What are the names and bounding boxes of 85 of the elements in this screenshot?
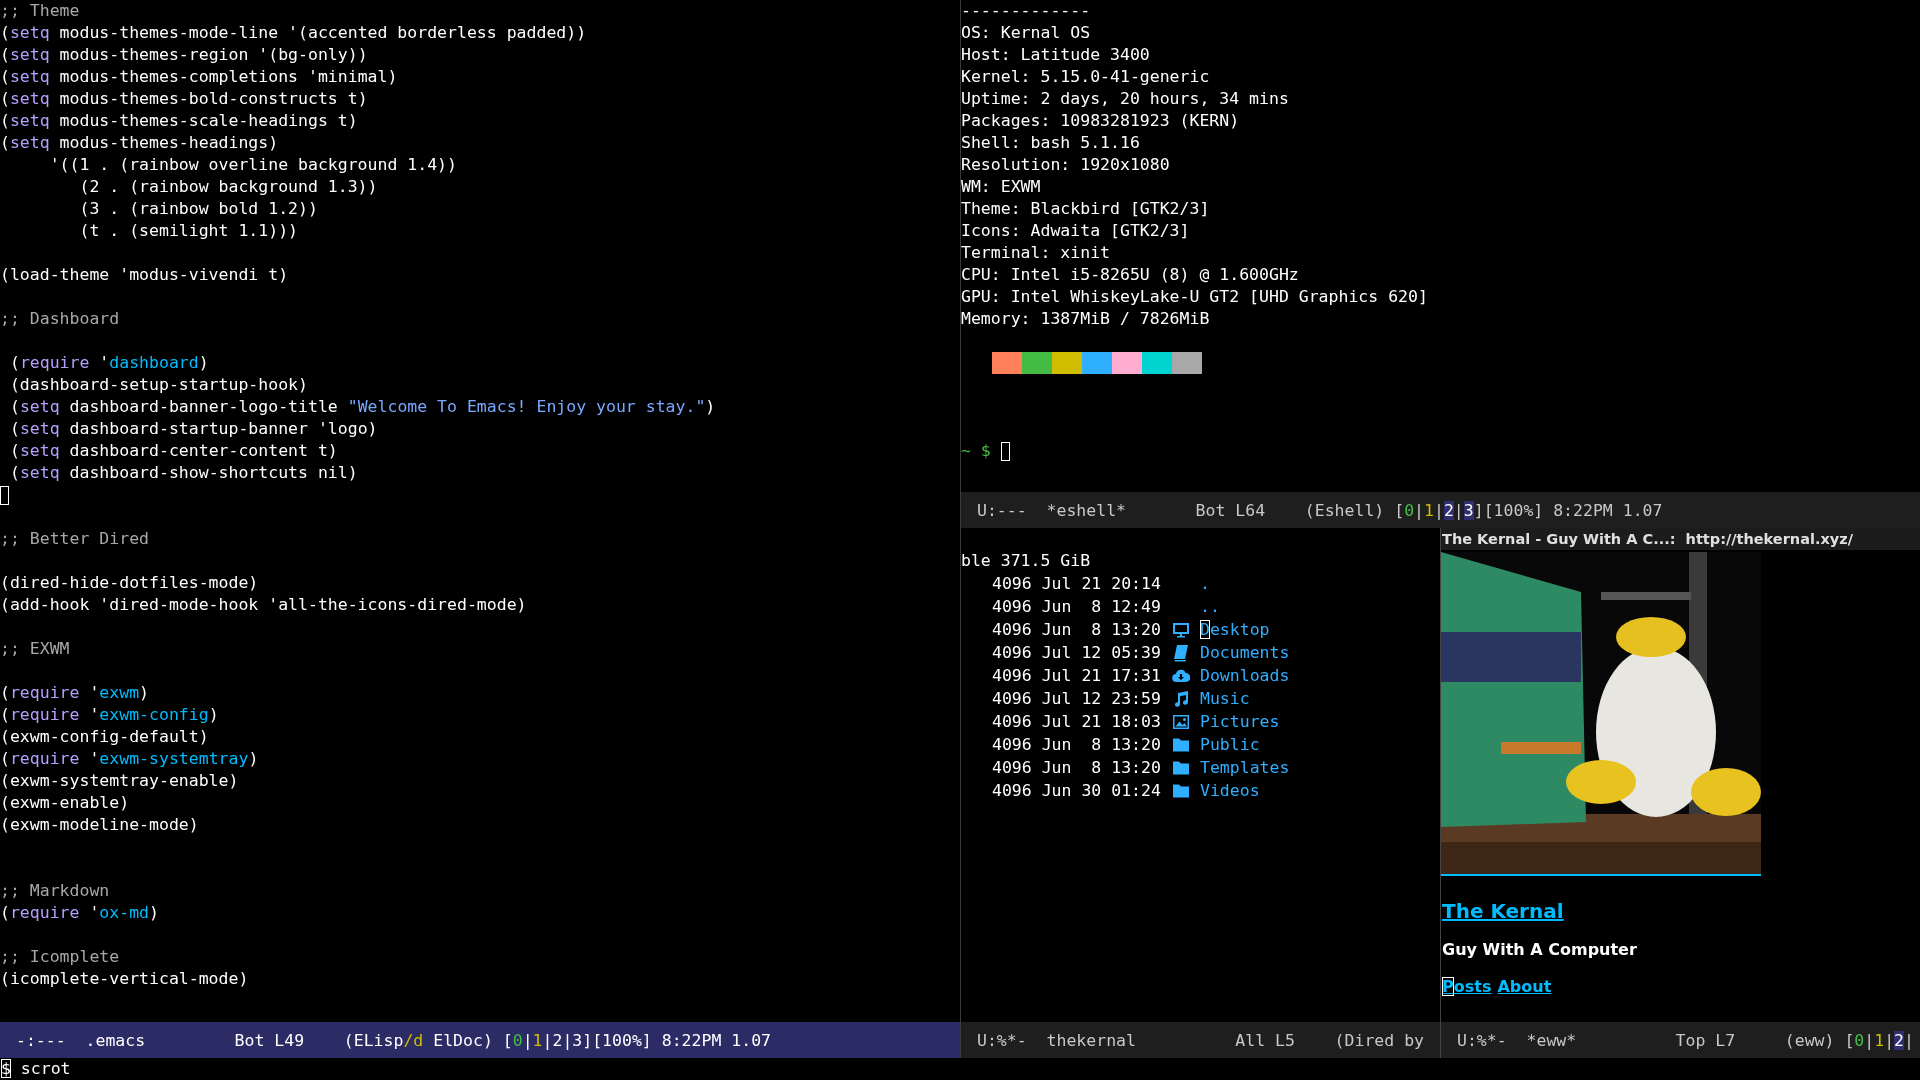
mode-line-text: -:--- .emacs Bot L49 (ELisp/d ElDoc) [0|1|2|3][100%] 8:22PM 1.07 [16, 1030, 771, 1050]
file-name[interactable]: Music [1200, 689, 1250, 708]
code-line: (setq modus-themes-region '(bg-only)) [0, 45, 368, 64]
output-line: Shell: bash 5.1.16 [961, 133, 1140, 152]
code-line: (setq dashboard-center-content t) [8, 441, 338, 460]
file-name[interactable]: .. [1200, 597, 1220, 616]
file-name[interactable]: Public [1200, 735, 1260, 754]
file-details: 4096 Jun 8 13:20 [992, 735, 1162, 754]
code-line: (setq modus-themes-bold-constructs t) [0, 89, 368, 108]
tagline: Guy With A Computer [1442, 940, 1638, 959]
output-line: Memory: 1387MiB / 7826MiB [961, 309, 1210, 328]
output-line: Kernel: 5.15.0-41-generic [961, 67, 1210, 86]
code-line: (exwm-modeline-mode) [0, 815, 199, 834]
code-line: (t . (semilight 1.1))) [78, 221, 298, 240]
output-line: GPU: Intel WhiskeyLake-U GT2 [UHD Graphics 620] [961, 287, 1428, 306]
mode-line-text: U:%*- thekernal All L5 (Dired by [977, 1030, 1425, 1050]
shell-prompt: ~ $ [961, 441, 991, 460]
mode-line-text: U:--- *eshell* Bot L64 (Eshell) [0|1|2|3][100%] 8:22PM 1.07 [977, 500, 1663, 520]
comment-line: ;; Theme [0, 1, 80, 20]
output-line: ------------- [961, 1, 1091, 20]
file-details: 4096 Jul 12 23:59 [992, 689, 1162, 708]
page-header: The Kernal - Guy With A C...: http://thekernal.xyz/ [1441, 528, 1920, 550]
disk-space-text: ble 371.5 GiB [961, 551, 1091, 570]
code-line: '((1 . (rainbow overline background 1.4)) [48, 155, 457, 174]
comment-line: ;; Dashboard [0, 309, 120, 328]
code-line: (3 . (rainbow bold 1.2)) [78, 199, 318, 218]
output-line: Icons: Adwaita [GTK2/3] [961, 221, 1190, 240]
code-line: (2 . (rainbow background 1.3)) [78, 177, 378, 196]
file-details: 4096 Jul 21 20:14 [992, 574, 1162, 593]
file-name[interactable]: Documents [1200, 643, 1290, 662]
file-details: 4096 Jul 21 18:03 [992, 712, 1162, 731]
code-line: (exwm-config-default) [0, 727, 209, 746]
code-line: (require 'ox-md) [0, 903, 159, 922]
output-line: Theme: Blackbird [GTK2/3] [961, 199, 1210, 218]
code-line: (require 'exwm-config) [0, 705, 219, 724]
site-title-link[interactable]: The Kernal [1442, 899, 1564, 923]
code-line: (require 'exwm) [0, 683, 150, 702]
code-line: (icomplete-vertical-mode) [0, 969, 249, 988]
code-line: (add-hook 'dired-mode-hook 'all-the-icons-dired-mode) [0, 595, 527, 614]
minibuffer-text: $ scrot [1, 1059, 71, 1078]
comment-line: ;; Markdown [0, 881, 110, 900]
code-line: (dired-hide-dotfiles-mode) [0, 573, 259, 592]
output-line: Terminal: xinit [961, 243, 1110, 262]
code-line: (dashboard-setup-startup-hook) [8, 375, 308, 394]
music-note-icon [1172, 689, 1190, 708]
comment-line: ;; EXWM [0, 639, 70, 658]
code-line: (setq modus-themes-scale-headings t) [0, 111, 358, 130]
file-name[interactable]: Templates [1200, 758, 1290, 777]
code-line: (setq modus-themes-mode-line '(accented borderless padded)) [0, 23, 587, 42]
output-line: Uptime: 2 days, 20 hours, 34 mins [961, 89, 1289, 108]
code-line: (require 'dashboard) [8, 353, 209, 372]
file-details: 4096 Jun 8 13:20 [992, 758, 1162, 777]
mode-line-text: U:%*- *eww* Top L7 (eww) [0|1|2| [1457, 1030, 1914, 1050]
file-details: 4096 Jun 8 13:20 [992, 620, 1162, 639]
output-line: WM: EXWM [961, 177, 1041, 196]
file-details: 4096 Jun 8 12:49 [992, 597, 1162, 616]
image-icon [1172, 712, 1190, 731]
code-line: (require 'exwm-systemtray) [0, 749, 259, 768]
book-icon [1172, 643, 1190, 662]
code-line: (setq dashboard-show-shortcuts nil) [8, 463, 358, 482]
file-details: 4096 Jul 21 17:31 [992, 666, 1162, 685]
text-cursor [0, 486, 9, 505]
output-line: Packages: 10983281923 (KERN) [961, 111, 1240, 130]
output-line: Host: Latitude 3400 [961, 45, 1150, 64]
file-name[interactable]: Downloads [1200, 666, 1290, 685]
code-line: (exwm-enable) [0, 793, 130, 812]
comment-line: ;; Better Dired [0, 529, 149, 548]
file-name[interactable]: . [1200, 574, 1210, 593]
file-details: 4096 Jul 12 05:39 [992, 643, 1162, 662]
nav-link[interactable]: About [1497, 977, 1552, 996]
code-line: (setq modus-themes-headings) [0, 133, 279, 152]
output-line: Resolution: 1920x1080 [961, 155, 1170, 174]
comment-line: ;; Icomplete [0, 947, 120, 966]
file-details: 4096 Jun 30 01:24 [992, 781, 1162, 800]
output-line: OS: Kernal OS [961, 23, 1091, 42]
file-name[interactable]: Desktop [1200, 620, 1270, 639]
code-line: (setq dashboard-startup-banner 'logo) [8, 419, 378, 438]
code-line: (load-theme 'modus-vivendi t) [0, 265, 289, 284]
file-name[interactable]: Videos [1200, 781, 1260, 800]
code-line: (setq modus-themes-completions 'minimal) [0, 67, 398, 86]
output-line: CPU: Intel i5-8265U (8) @ 1.600GHz [961, 265, 1299, 284]
code-line: (setq dashboard-banner-logo-title "Welcome To Emacs! Enjoy your stay.") [8, 397, 716, 416]
file-name[interactable]: Pictures [1200, 712, 1280, 731]
monitor-icon [1172, 620, 1190, 639]
code-line: (exwm-systemtray-enable) [0, 771, 239, 790]
